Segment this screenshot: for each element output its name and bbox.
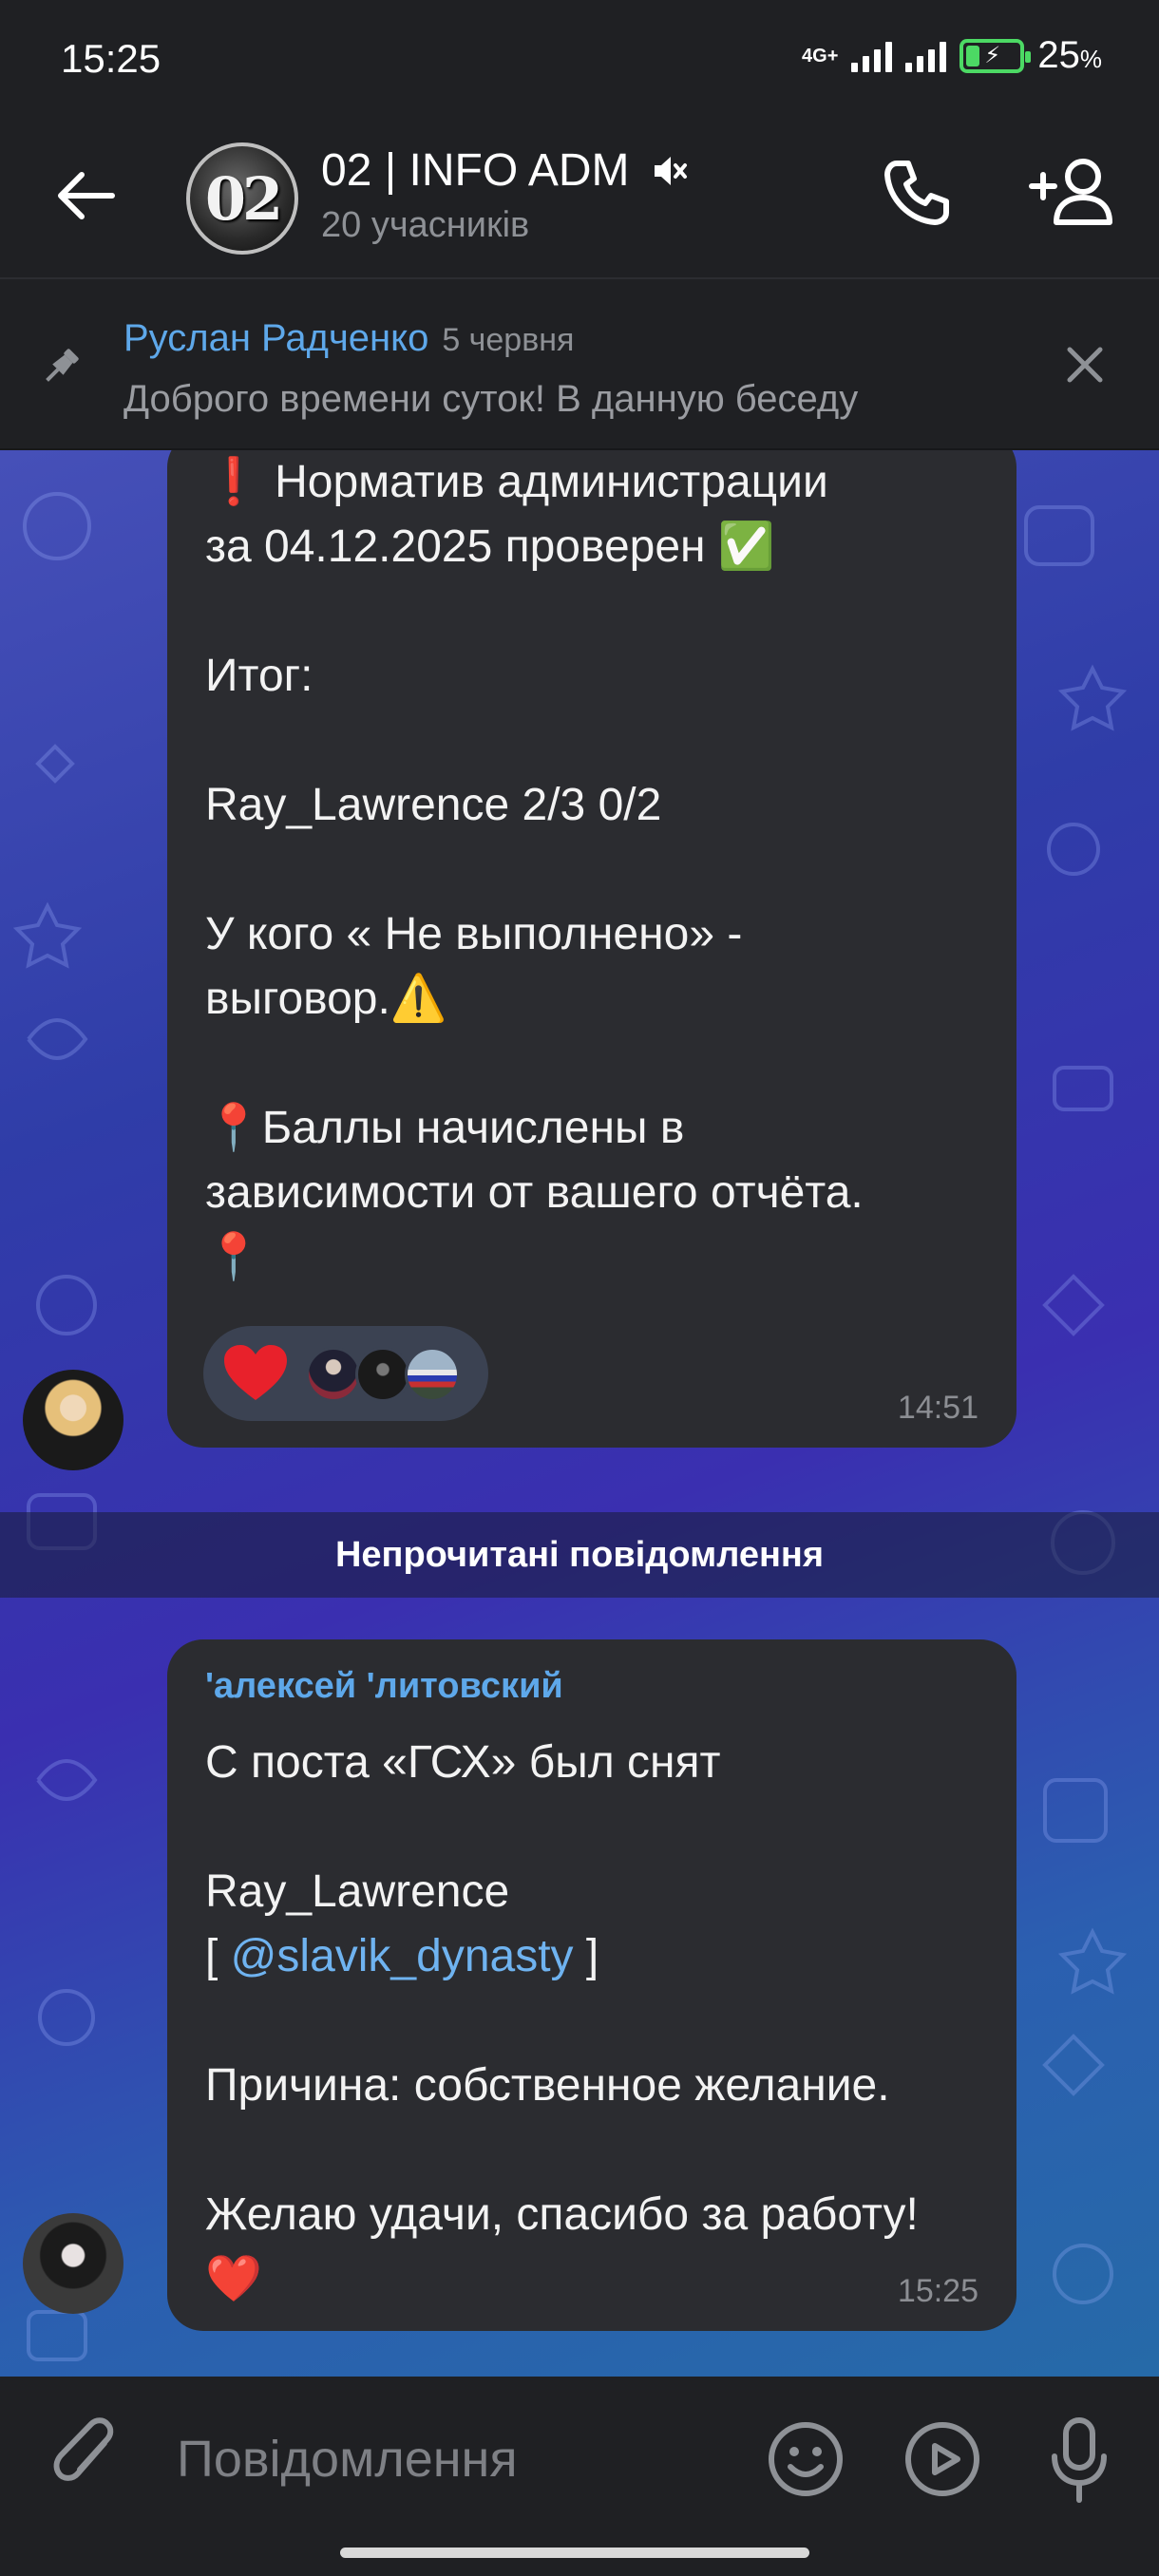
user-mention-link[interactable]: @slavik_dynasty [231, 1931, 574, 1981]
back-button[interactable] [53, 161, 122, 230]
pinned-author: Руслан Радченко 5 червня [124, 317, 575, 359]
chat-member-count: 20 учасників [321, 205, 530, 245]
sender-avatar[interactable] [23, 1370, 124, 1470]
chat-area[interactable]: ❗ Норматив администрации за 04.12.2025 п… [0, 450, 1159, 2377]
reaction-button[interactable] [203, 1326, 488, 1421]
add-member-button[interactable] [1028, 150, 1123, 236]
message-time: 14:51 [897, 1390, 978, 1426]
status-time: 15:25 [61, 36, 162, 81]
pin-icon [46, 349, 79, 382]
network-type-label: 4G+ [802, 45, 839, 66]
call-button[interactable] [874, 150, 960, 236]
message-text: ❗ Норматив администрации за 04.12.2025 п… [205, 457, 864, 1282]
reactor-avatar [355, 1347, 410, 1402]
close-pinned-icon[interactable] [1056, 336, 1113, 393]
phone-icon [884, 161, 949, 225]
signal-strength-icon [851, 40, 893, 72]
emoji-icon[interactable] [766, 2419, 846, 2499]
message-bubble[interactable]: ❗ Норматив администрации за 04.12.2025 п… [167, 450, 1016, 1448]
pinned-text: Доброго времени суток! В данную беседу [124, 378, 859, 420]
reactor-avatar [405, 1347, 460, 1402]
chat-title: 02 | INFO ADM [321, 145, 630, 196]
unread-divider: Непрочитані повідомлення [0, 1512, 1159, 1598]
reactor-avatar [306, 1347, 361, 1402]
heart-reaction-icon [224, 1345, 287, 1400]
sender-name[interactable]: 'алексей 'литовский [205, 1666, 563, 1707]
status-indicators: 4G+ ⚡ 25% [802, 34, 1102, 77]
battery-percentage: 25% [1037, 34, 1102, 76]
sender-avatar[interactable] [23, 2213, 124, 2314]
chat-header: 02 02 | INFO ADM 20 учасників [0, 122, 1159, 279]
back-arrow-icon [58, 172, 115, 219]
microphone-icon[interactable] [1045, 2415, 1113, 2506]
battery-icon: ⚡ [960, 38, 1032, 73]
message-time: 15:25 [897, 2273, 978, 2309]
home-indicator[interactable] [340, 2548, 809, 2558]
group-avatar[interactable]: 02 [186, 142, 298, 255]
video-message-icon[interactable] [902, 2419, 982, 2499]
chat-title-row[interactable]: 02 | INFO ADM [321, 144, 689, 197]
muted-speaker-icon [654, 156, 687, 185]
message-input-bar [0, 2377, 1159, 2576]
message-input[interactable] [177, 2416, 709, 2502]
signal-strength-2-icon [905, 40, 947, 72]
paperclip-icon[interactable] [49, 2415, 125, 2500]
add-person-icon [1029, 159, 1112, 225]
pinned-message-bar[interactable]: Руслан Радченко 5 червня Доброго времени … [0, 279, 1159, 450]
message-text: С поста «ГСХ» был снят Ray_Lawrence [ @s… [205, 1737, 919, 2304]
pinned-date: 5 червня [442, 322, 575, 358]
status-bar: 15:25 4G+ ⚡ 25% [0, 0, 1159, 122]
message-bubble[interactable]: 'алексей 'литовский С поста «ГСХ» был сн… [167, 1639, 1016, 2331]
